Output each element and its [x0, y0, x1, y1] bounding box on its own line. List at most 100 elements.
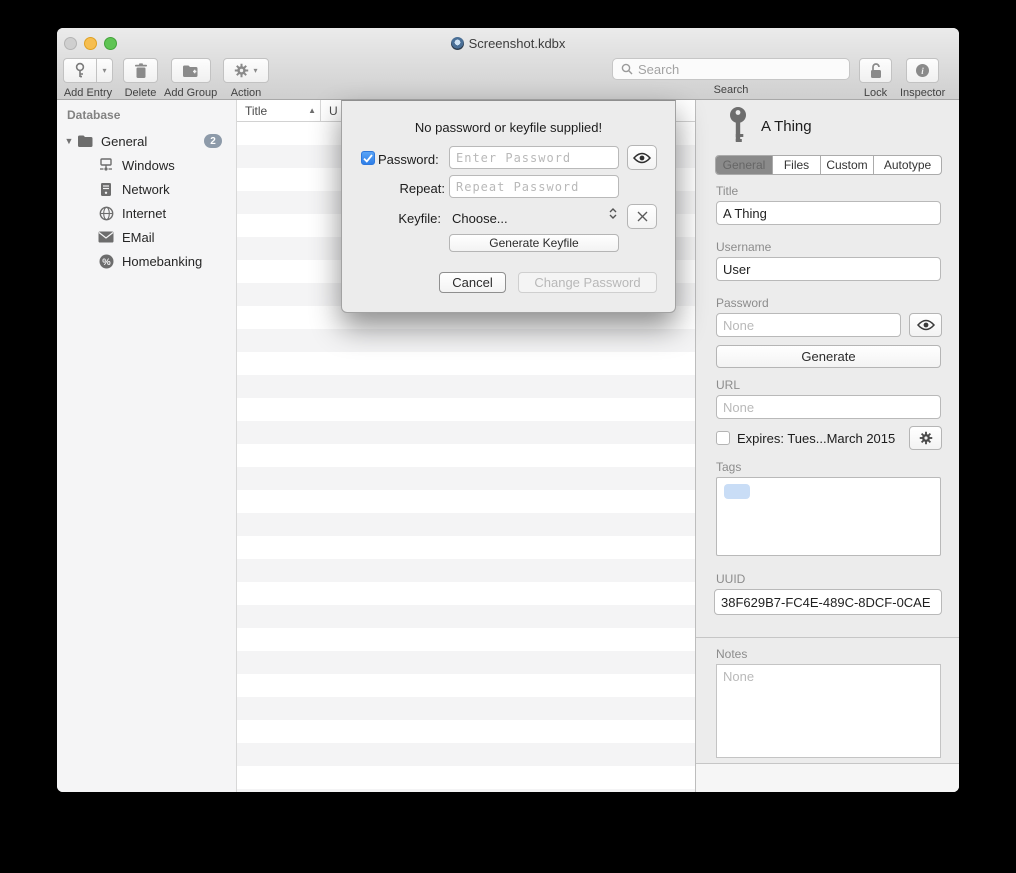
key-plus-icon [72, 62, 88, 79]
sidebar-item-network[interactable]: Network [57, 178, 236, 200]
popup-stepper-icon[interactable] [609, 208, 617, 219]
lock-button[interactable] [859, 58, 892, 83]
password-enable-checkbox[interactable] [361, 151, 375, 165]
delete-label: Delete [125, 87, 157, 99]
add-group-button[interactable] [171, 58, 211, 83]
column-header-title[interactable]: Title ▲ [237, 104, 320, 118]
sidebar-item-label: Network [122, 182, 170, 197]
action-label: Action [231, 87, 262, 99]
folder-icon [76, 132, 94, 150]
url-label: URL [716, 378, 740, 392]
delete-button[interactable] [123, 58, 158, 83]
sidebar: Database ▼ General 2 Windows Networ [57, 100, 237, 792]
tags-box[interactable] [716, 477, 941, 556]
reveal-password-button[interactable] [909, 313, 942, 337]
sidebar-item-email[interactable]: EMail [57, 226, 236, 248]
cancel-button[interactable]: Cancel [439, 272, 506, 293]
sidebar-item-internet[interactable]: Internet [57, 202, 236, 224]
uuid-field[interactable] [714, 589, 942, 615]
window-title: Screenshot.kdbx [57, 36, 959, 51]
svg-text:%: % [102, 256, 111, 267]
expires-checkbox[interactable] [716, 431, 730, 445]
percent-icon: % [97, 252, 115, 270]
generate-keyfile-button[interactable]: Generate Keyfile [449, 234, 619, 252]
key-icon [727, 106, 749, 146]
column-header-username[interactable]: U [321, 104, 338, 118]
add-entry-button[interactable] [63, 58, 96, 83]
document-icon [451, 37, 464, 50]
notes-label: Notes [716, 647, 747, 661]
envelope-icon [97, 228, 115, 246]
folder-plus-icon [182, 64, 199, 78]
app-window: Screenshot.kdbx ▾ Add Entry [57, 28, 959, 792]
tab-general[interactable]: General [716, 156, 773, 174]
sidebar-item-label: Windows [122, 158, 175, 173]
sidebar-item-label: EMail [122, 230, 155, 245]
close-x-icon [637, 211, 648, 222]
search-label: Search [714, 84, 749, 96]
inspector-footer [696, 763, 959, 792]
keyfile-popup[interactable]: Choose... [452, 211, 508, 226]
url-field[interactable] [716, 395, 941, 419]
sort-ascending-icon: ▲ [308, 106, 316, 115]
sidebar-item-general[interactable]: ▼ General 2 [57, 130, 236, 152]
sidebar-item-windows[interactable]: Windows [57, 154, 236, 176]
sidebar-item-homebanking[interactable]: % Homebanking [57, 250, 236, 272]
inspector-tabs: General Files Custom Autotype [715, 155, 942, 175]
search-input[interactable] [638, 62, 841, 77]
clear-keyfile-button[interactable] [627, 204, 657, 229]
add-entry-toolbar-item: ▾ Add Entry [63, 58, 113, 99]
globe-icon [97, 204, 115, 222]
inspector-panel: A Thing General Files Custom Autotype Ti… [695, 100, 959, 792]
add-entry-label: Add Entry [64, 87, 112, 99]
eye-icon [633, 152, 651, 164]
expires-settings-button[interactable] [909, 426, 942, 450]
uuid-label: UUID [716, 572, 745, 586]
username-label: Username [716, 240, 771, 254]
dialog-password-label: Password: [378, 152, 446, 167]
delete-toolbar-item: Delete [123, 58, 158, 99]
dialog-keyfile-label: Keyfile: [362, 211, 441, 226]
tab-custom[interactable]: Custom [821, 156, 874, 174]
sidebar-section-header: Database [67, 108, 120, 122]
search-toolbar-item: Search [612, 58, 850, 96]
sidebar-item-label: Homebanking [122, 254, 202, 269]
check-icon [363, 154, 373, 163]
tab-autotype[interactable]: Autotype [874, 156, 941, 174]
lock-toolbar-item: Lock [859, 58, 892, 99]
expires-label: Expires: Tues...March 2015 [737, 431, 895, 446]
enter-password-field[interactable] [449, 146, 619, 169]
section-divider [696, 637, 959, 638]
add-entry-dropdown-button[interactable]: ▾ [96, 58, 113, 83]
search-box[interactable] [612, 58, 850, 80]
lock-label: Lock [864, 87, 887, 99]
dialog-repeat-label: Repeat: [362, 181, 445, 196]
action-toolbar-item: ▾ Action [223, 58, 269, 99]
empty-tag-pill[interactable] [724, 484, 750, 499]
windows-network-icon [97, 156, 115, 174]
disclosure-triangle-icon[interactable]: ▼ [62, 136, 76, 146]
notes-field[interactable] [716, 664, 941, 758]
titlebar-toolbar: Screenshot.kdbx ▾ Add Entry [57, 28, 959, 100]
add-group-label: Add Group [164, 87, 217, 99]
tab-files[interactable]: Files [773, 156, 821, 174]
inspector-label: Inspector [900, 87, 945, 99]
generate-password-button[interactable]: Generate [716, 345, 941, 368]
password-field[interactable] [716, 313, 901, 337]
lock-open-icon [869, 62, 883, 79]
gear-icon [234, 63, 249, 78]
dialog-message: No password or keyfile supplied! [342, 120, 675, 135]
username-field[interactable] [716, 257, 941, 281]
title-field[interactable] [716, 201, 941, 225]
dialog-reveal-password-button[interactable] [627, 145, 657, 170]
server-icon [97, 180, 115, 198]
action-button[interactable]: ▾ [223, 58, 269, 83]
password-label: Password [716, 296, 769, 310]
entry-title: A Thing [761, 118, 812, 135]
repeat-password-field[interactable] [449, 175, 619, 198]
info-icon: i [915, 63, 930, 78]
change-password-button[interactable]: Change Password [518, 272, 657, 293]
eye-icon [917, 319, 935, 331]
change-password-dialog: No password or keyfile supplied! Passwor… [341, 100, 676, 313]
info-icon-button[interactable]: i [906, 58, 939, 83]
